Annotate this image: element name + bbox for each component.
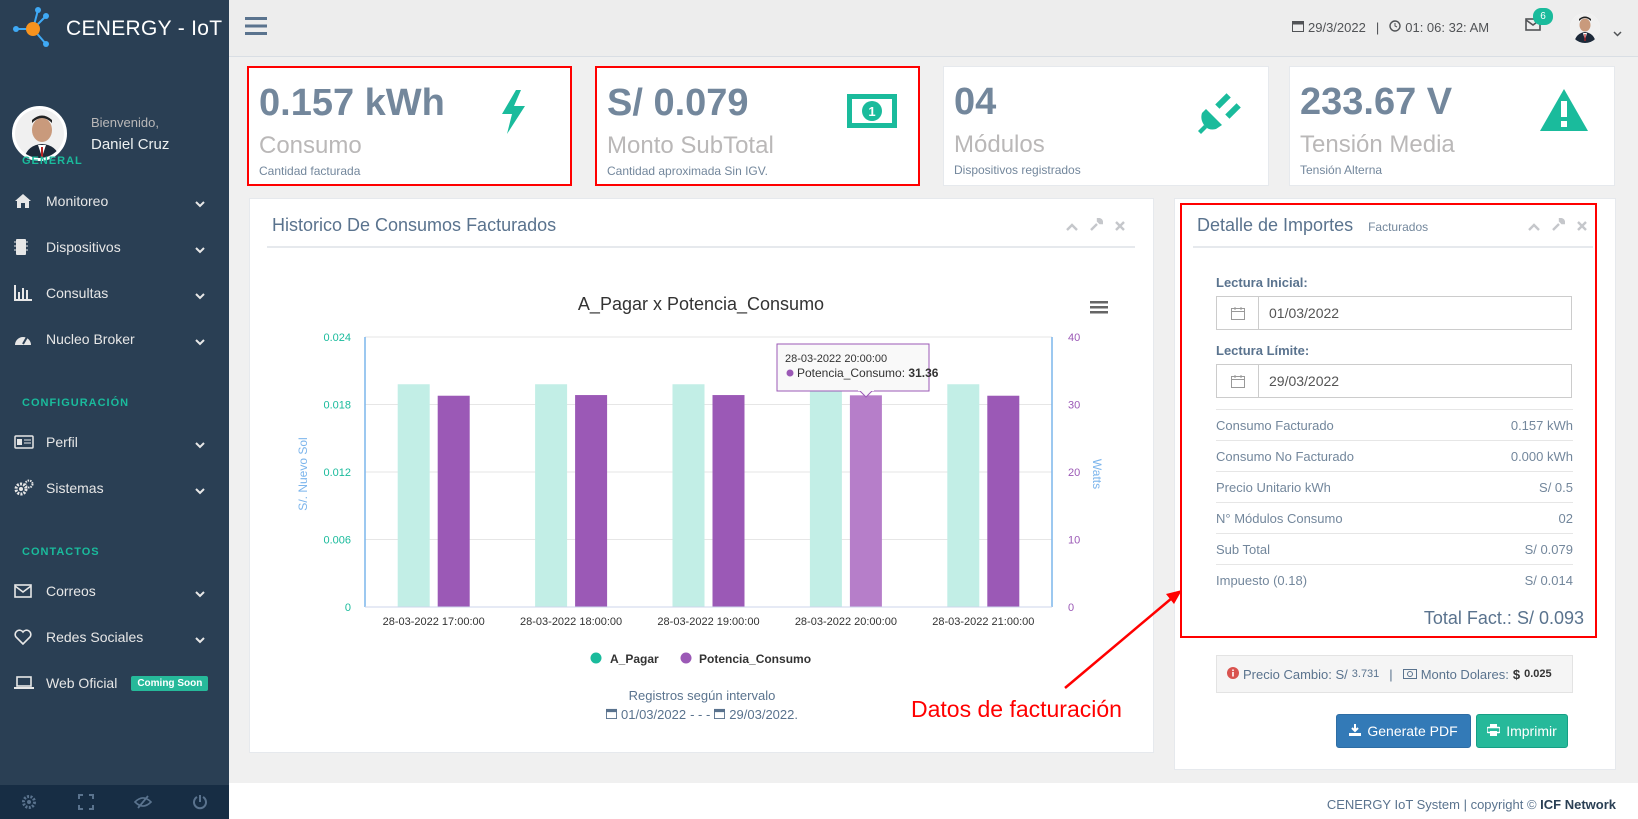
- annotation-arrow: [1064, 590, 1182, 689]
- annotation-label: Datos de facturación: [911, 696, 1122, 722]
- footer: CENERGY IoT System | copyright © ICF Net…: [229, 783, 1638, 819]
- footer-brand-link[interactable]: ICF Network: [1540, 797, 1616, 812]
- footer-text: CENERGY IoT System | copyright © ICF Net…: [1326, 797, 1616, 812]
